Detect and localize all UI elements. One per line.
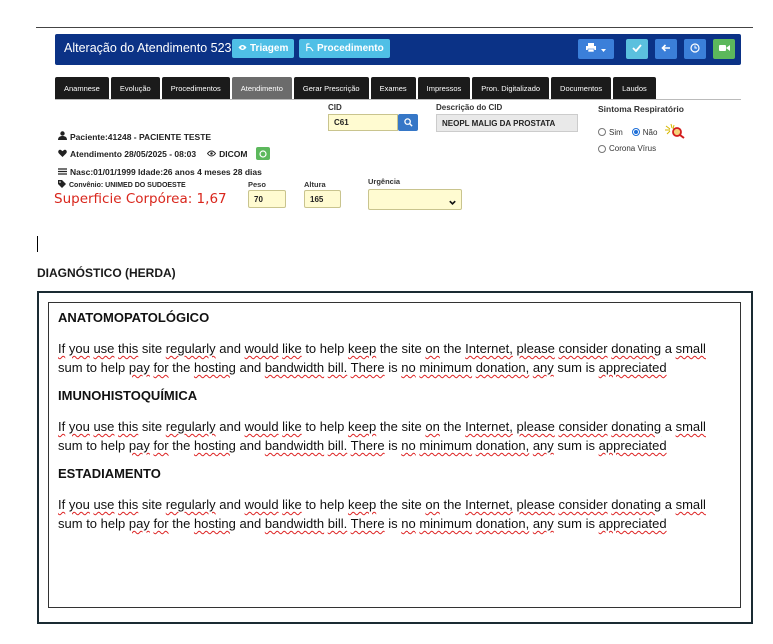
nasc-line: Nasc:01/01/1999 Idade:26 anos 4 meses 28… <box>58 167 262 177</box>
procedimento-button[interactable]: Procedimento <box>299 39 390 58</box>
back-button[interactable] <box>655 39 677 59</box>
print-dropdown-button[interactable] <box>578 39 614 59</box>
patient-line: Paciente:41248 - PACIENTE TESTE <box>58 131 211 142</box>
section-title: ESTADIAMENTO <box>58 466 161 481</box>
procedure-icon <box>305 42 314 55</box>
cid-label: CID <box>328 103 342 112</box>
user-icon <box>58 131 67 142</box>
tab-gerar-prescricao[interactable]: Gerar Prescrição <box>293 77 369 99</box>
tab-evolucao[interactable]: Evolução <box>110 77 160 99</box>
virus-icon <box>662 123 686 141</box>
eye-icon <box>238 43 247 54</box>
tab-bar: Anamnese Evolução Procedimentos Atendime… <box>55 77 656 99</box>
tab-laudos[interactable]: Laudos <box>613 77 656 99</box>
descricao-cid-field: NEOPL MALIG DA PROSTATA <box>436 114 578 132</box>
sim-radio-label: Sim <box>609 127 623 137</box>
birth-date-age: Nasc:01/01/1999 Idade:26 anos 4 meses 28… <box>70 167 262 177</box>
heart-icon <box>58 149 67 159</box>
sintoma-radio-group: Sim Não <box>598 123 686 141</box>
sintoma-respiratorio-label: Sintoma Respiratório <box>598 104 684 114</box>
list-icon <box>58 167 67 177</box>
patient-name: Paciente:41248 - PACIENTE TESTE <box>70 131 212 142</box>
nao-radio-label: Não <box>642 127 658 137</box>
atendimento-date: Atendimento 28/05/2025 - 08:03 <box>70 148 197 159</box>
convenio-name: Convênio: UNIMED DO SUDOESTE <box>69 181 186 189</box>
search-icon <box>403 114 413 132</box>
caret-down-icon <box>601 43 606 55</box>
dicom-status-button[interactable] <box>256 147 271 160</box>
section-body: If you use this site regularly and would… <box>58 497 706 531</box>
corona-radio-label: Corona Vírus <box>609 144 657 153</box>
arrow-left-icon <box>661 43 671 55</box>
tab-divider <box>55 99 741 100</box>
peso-input[interactable]: 70 <box>248 190 286 208</box>
text-cursor <box>37 236 38 252</box>
convenio-line: Convênio: UNIMED DO SUDOESTE <box>58 180 186 190</box>
nao-radio[interactable] <box>631 128 640 136</box>
superficie-corporea: Superficie Corpórea: 1,67 <box>54 191 227 207</box>
corona-virus-radio[interactable] <box>598 144 606 153</box>
page-title: Alteração do Atendimento 523821 <box>64 41 253 55</box>
chevron-down-icon <box>448 194 457 212</box>
peso-label: Peso <box>248 180 266 189</box>
video-camera-icon <box>718 43 730 55</box>
tab-exames[interactable]: Exames <box>370 77 416 99</box>
cid-search-button[interactable] <box>398 114 418 131</box>
urgencia-select[interactable] <box>368 189 462 210</box>
tab-anamnese[interactable]: Anamnese <box>55 77 109 99</box>
printer-icon <box>586 43 596 55</box>
tab-procedimentos[interactable]: Procedimentos <box>161 77 230 99</box>
tab-pron-digitalizado[interactable]: Pron. Digitalizado <box>472 77 550 99</box>
cid-input[interactable]: C61 <box>328 114 398 131</box>
section-title: IMUNOHISTOQUÍMICA <box>58 388 198 403</box>
dicom-link[interactable]: DICOM <box>219 149 247 159</box>
confirm-button[interactable] <box>626 39 648 59</box>
corona-radio-row: Corona Vírus <box>598 144 656 153</box>
section-title: ANATOMOPATOLÓGICO <box>58 310 210 325</box>
top-divider <box>36 27 753 28</box>
triagem-button[interactable]: Triagem <box>232 39 295 58</box>
tab-impressos[interactable]: Impressos <box>417 77 471 99</box>
urgencia-label: Urgência <box>368 177 401 186</box>
tab-atendimento[interactable]: Atendimento <box>231 77 292 99</box>
section-body: If you use this site regularly and would… <box>58 341 706 375</box>
sim-radio[interactable] <box>598 128 606 136</box>
check-icon <box>632 43 642 55</box>
atendimento-line: Atendimento 28/05/2025 - 08:03 DICOM <box>58 147 271 160</box>
video-button[interactable] <box>713 39 735 59</box>
diagnostico-editor[interactable]: ANATOMOPATOLÓGICO If you use this site r… <box>48 302 741 608</box>
header-bar: Alteração do Atendimento 523821 Triagem … <box>55 34 741 65</box>
tab-documentos[interactable]: Documentos <box>551 77 612 99</box>
altura-label: Altura <box>304 180 326 189</box>
tag-icon <box>58 180 66 190</box>
clock-icon <box>690 42 700 56</box>
section-body: If you use this site regularly and would… <box>58 419 706 453</box>
eye-icon <box>207 149 217 159</box>
clock-button[interactable] <box>684 39 706 59</box>
descricao-cid-label: Descrição do CID <box>436 103 503 112</box>
altura-input[interactable]: 165 <box>304 190 341 208</box>
diagnostico-heading: DIAGNÓSTICO (HERDA) <box>37 266 176 280</box>
